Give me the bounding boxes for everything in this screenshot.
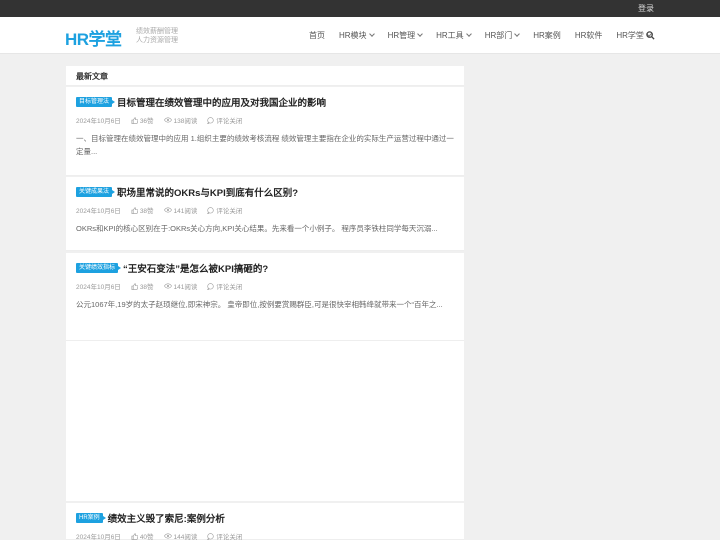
article-likes: 40赞: [131, 531, 154, 540]
article-item: 目标管理法 目标管理在绩效管理中的应用及对我国企业的影响 2024年10月6日 …: [66, 87, 464, 176]
comment-icon: [207, 282, 215, 290]
nav-item-home[interactable]: 首页: [309, 30, 325, 41]
article-views: 141阅读: [163, 205, 197, 215]
eye-icon: [163, 117, 172, 123]
article-likes: 36赞: [131, 115, 154, 125]
nav-item-hr-cases[interactable]: HR案例: [533, 30, 561, 41]
login-link[interactable]: 登录: [638, 3, 654, 14]
article-likes: 38赞: [131, 205, 154, 215]
thumbs-up-icon: [131, 206, 138, 214]
article-views: 138阅读: [163, 115, 197, 125]
thumbs-up-icon: [131, 282, 138, 290]
article-meta: 2024年10月6日 36赞 138阅读 评论关闭: [76, 115, 454, 125]
chevron-down-icon: [465, 31, 472, 37]
article-date: 2024年10月6日: [76, 208, 121, 215]
article-meta: 2024年10月6日 38赞 141阅读 评论关闭: [76, 281, 454, 291]
article-date: 2024年10月6日: [76, 284, 121, 291]
nav-label: HR模块: [339, 31, 367, 40]
nav-item-hr-department[interactable]: HR部门: [484, 30, 521, 41]
nav-item-hr-management[interactable]: HR管理: [388, 30, 423, 41]
top-bar: 登录: [0, 0, 720, 17]
chevron-down-icon: [417, 31, 423, 37]
article-title[interactable]: 职场里常说的OKRs与KPI到底有什么区别?: [117, 185, 298, 199]
article-excerpt: 公元1067年,19岁的太子赵顼继位,即宋神宗。 皇帝即位,按例要赏赐群臣,可是…: [76, 300, 443, 309]
slogan-line-2: 人力资源管理: [136, 37, 178, 44]
site-slogan: 绩效薪酬管理 人力资源管理: [136, 27, 178, 45]
main-nav: 首页 HR模块 HR管理 HR工具 HR部门 HR案例 HR软件 HR学堂: [302, 30, 658, 41]
article-title[interactable]: “王安石变法”是怎么被KPI搞砸的?: [123, 261, 268, 275]
latest-articles-panel: 最新文章: [66, 66, 464, 86]
comment-icon: [207, 116, 215, 124]
article-excerpt: 一、目标管理在绩效管理中的应用 1.组织主要的绩效考核流程 绩效管理主要指在企业…: [76, 134, 454, 156]
nav-label: HR案例: [533, 31, 561, 40]
article-meta: 2024年10月6日 38赞 141阅读 评论关闭: [76, 205, 454, 215]
nav-label: HR学堂: [616, 31, 644, 40]
nav-label: HR管理: [387, 31, 416, 40]
article-views: 141阅读: [163, 281, 197, 291]
article-comments: 评论关闭: [207, 531, 242, 540]
nav-item-hr-modules[interactable]: HR模块: [339, 30, 375, 41]
article-likes: 38赞: [131, 281, 154, 291]
category-tag[interactable]: 关键成果法: [76, 187, 116, 197]
comment-icon: [207, 206, 215, 214]
article-meta: 2024年10月6日 40赞 144阅读 评论关闭: [76, 531, 454, 540]
eye-icon: [163, 283, 172, 289]
category-tag[interactable]: 关键绩效指标: [76, 263, 122, 273]
eye-icon: [163, 207, 172, 213]
site-header: HR学堂 绩效薪酬管理 人力资源管理 首页 HR模块 HR管理 HR工具 HR部…: [0, 17, 720, 54]
article-item: 关键绩效指标 “王安石变法”是怎么被KPI搞砸的? 2024年10月6日 38赞…: [66, 253, 464, 341]
search-icon[interactable]: [646, 31, 655, 40]
article-comments: 评论关闭: [207, 281, 242, 291]
nav-item-hr-software[interactable]: HR软件: [575, 30, 603, 41]
article-title[interactable]: 绩效主义毁了索尼:案例分析: [108, 511, 225, 525]
article-item: 关键成果法 职场里常说的OKRs与KPI到底有什么区别? 2024年10月6日 …: [66, 177, 464, 251]
slogan-line-1: 绩效薪酬管理: [136, 28, 178, 35]
nav-label: 首页: [309, 31, 325, 40]
nav-label: HR软件: [574, 31, 603, 40]
article-comments: 评论关闭: [207, 205, 242, 215]
nav-item-hr-tools[interactable]: HR工具: [436, 30, 472, 41]
thumbs-up-icon: [131, 532, 138, 540]
article-views: 144阅读: [163, 531, 197, 540]
article-comments: 评论关闭: [207, 115, 242, 125]
chevron-down-icon: [514, 31, 521, 37]
thumbs-up-icon: [131, 116, 138, 124]
chevron-down-icon: [368, 31, 375, 37]
section-title: 最新文章: [66, 66, 464, 86]
article-excerpt: OKRs和KPI的核心区别在于:OKRs关心方向,KPI关心结果。先来看一个小例…: [76, 224, 438, 233]
article-date: 2024年10月6日: [76, 118, 121, 125]
nav-label: HR部门: [484, 31, 513, 40]
article-item: HR案例 绩效主义毁了索尼:案例分析 2024年10月6日 40赞 144阅读 …: [66, 503, 464, 540]
category-tag[interactable]: 目标管理法: [76, 97, 116, 107]
article-date: 2024年10月6日: [76, 534, 121, 540]
category-tag[interactable]: HR案例: [76, 513, 106, 523]
comment-icon: [207, 532, 215, 540]
nav-label: HR工具: [436, 31, 464, 40]
site-logo[interactable]: HR学堂: [65, 25, 122, 50]
article-title[interactable]: 目标管理在绩效管理中的应用及对我国企业的影响: [117, 95, 326, 109]
ad-placeholder: [66, 341, 464, 501]
eye-icon: [163, 533, 172, 539]
